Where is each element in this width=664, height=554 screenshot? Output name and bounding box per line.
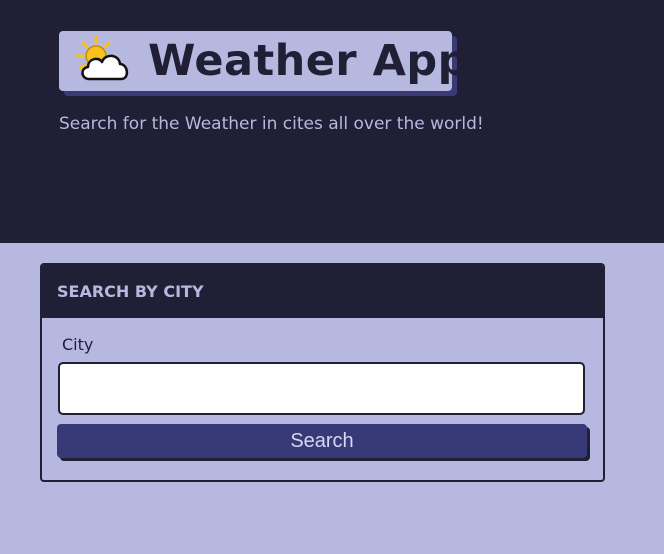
search-button[interactable]: Search xyxy=(57,424,587,458)
app-logo-banner: Weather App xyxy=(59,31,468,91)
city-label: City xyxy=(62,335,94,354)
app-title: Weather App xyxy=(148,36,469,86)
page-header: Weather App Search for the Weather in ci… xyxy=(0,0,664,243)
city-input[interactable] xyxy=(58,362,585,415)
search-by-city-card: SEARCH BY CITY City Search xyxy=(40,263,605,482)
card-header: SEARCH BY CITY xyxy=(42,265,603,318)
card-title: SEARCH BY CITY xyxy=(57,282,204,301)
sun-behind-cloud-icon xyxy=(75,35,129,81)
app-subtitle: Search for the Weather in cites all over… xyxy=(59,114,484,134)
